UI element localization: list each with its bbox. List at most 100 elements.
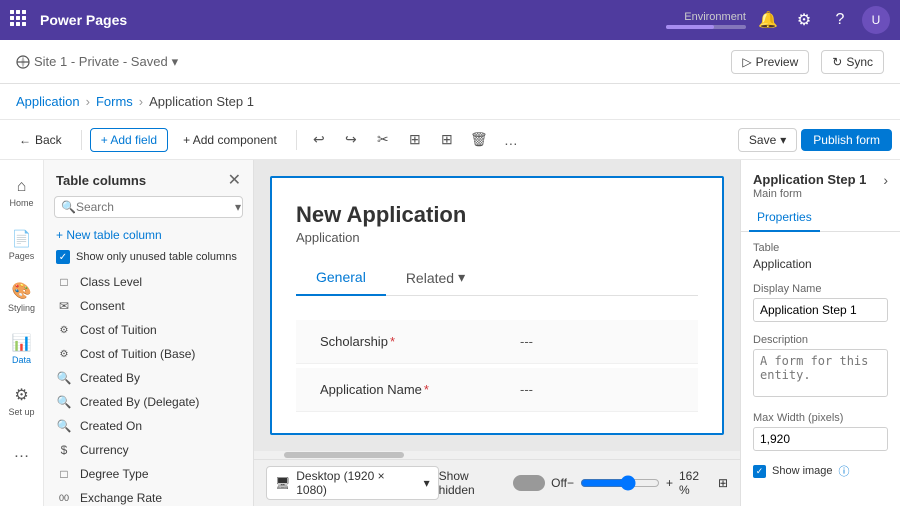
site-dropdown-icon[interactable]: ▾ — [172, 54, 179, 70]
rp-table-value: Application — [753, 257, 888, 271]
device-dropdown-icon: ▾ — [424, 476, 430, 490]
right-panel-chevron[interactable]: › — [883, 172, 888, 188]
app-title: Power Pages — [40, 12, 666, 28]
sidebar-item-data[interactable]: 📊 Data — [3, 324, 41, 374]
more-actions-button[interactable]: ⊞ — [433, 126, 461, 154]
scrollbar-horizontal[interactable] — [254, 451, 740, 459]
top-bar: Power Pages Environment 🔔 ⚙ ? U — [0, 0, 900, 40]
right-panel-title: Application Step 1 — [753, 172, 866, 187]
list-item[interactable]: ✉ Consent — [44, 294, 253, 318]
canvas-inner: New Application Application General Rela… — [254, 160, 740, 451]
toolbar-separator-2 — [296, 130, 297, 150]
tab-general[interactable]: General — [296, 261, 386, 296]
device-selector[interactable]: 🖥 Desktop (1920 × 1080) ▾ — [266, 466, 439, 500]
sidebar-item-setup[interactable]: ⚙ Set up — [3, 376, 41, 426]
breadcrumb-forms[interactable]: Forms — [96, 94, 133, 109]
copy-button[interactable]: ⊞ — [401, 126, 429, 154]
rp-max-width-input[interactable] — [753, 427, 888, 451]
redo-button[interactable]: ↪ — [337, 126, 365, 154]
delete-button[interactable]: 🗑 — [465, 126, 493, 154]
show-image-checkbox[interactable]: ✓ — [753, 465, 766, 478]
rp-display-name-group: Display Name — [753, 283, 888, 322]
sub-bar: Site 1 - Private - Saved ▾ ▷ Preview ↻ S… — [0, 40, 900, 84]
preview-button[interactable]: ▷ Preview — [731, 50, 809, 74]
field-value: --- — [520, 334, 533, 349]
col-icon: ⚙ — [56, 325, 72, 336]
info-icon[interactable]: ⓘ — [839, 463, 850, 479]
nav-sidebar: ⌂ Home 📄 Pages 🎨 Styling 📊 Data ⚙ Set up… — [0, 160, 44, 506]
sidebar-item-more[interactable]: … — [3, 428, 41, 478]
filter-icon[interactable]: ▾ — [235, 200, 241, 214]
sync-button[interactable]: ↻ Sync — [821, 50, 884, 74]
zoom-out-icon[interactable]: − — [567, 476, 574, 490]
scrollbar-thumb[interactable] — [284, 452, 404, 458]
close-icon[interactable]: ✕ — [228, 170, 241, 190]
list-item[interactable]: □ Degree Type — [44, 462, 253, 486]
list-item[interactable]: □ Class Level — [44, 270, 253, 294]
list-item[interactable]: 00 Exchange Rate — [44, 486, 253, 506]
list-item[interactable]: $ Currency — [44, 438, 253, 462]
list-item[interactable]: ⚙ Cost of Tuition — [44, 318, 253, 342]
zoom-in-icon[interactable]: + — [666, 476, 673, 490]
tab-properties[interactable]: Properties — [749, 204, 820, 232]
search-box[interactable]: 🔍 ▾ — [54, 196, 243, 218]
add-field-button[interactable]: + Add field — [90, 128, 168, 152]
form-canvas: New Application Application General Rela… — [270, 176, 724, 435]
field-label: Scholarship* — [320, 334, 520, 349]
add-component-button[interactable]: + Add component — [172, 128, 288, 152]
grid-icon[interactable] — [10, 10, 30, 30]
rp-description-label: Description — [753, 334, 888, 346]
col-icon: ⚙ — [56, 349, 72, 360]
publish-button[interactable]: Publish form — [801, 129, 892, 151]
field-label: Application Name* — [320, 382, 520, 397]
sidebar-item-home[interactable]: ⌂ Home — [3, 168, 41, 218]
show-hidden-switch[interactable] — [513, 475, 545, 491]
col-icon: 🔍 — [56, 395, 72, 409]
show-unused-toggle[interactable]: ✓ Show only unused table columns — [44, 246, 253, 270]
help-icon[interactable]: ? — [826, 6, 854, 34]
rp-display-name-input[interactable] — [753, 298, 888, 322]
col-icon: □ — [56, 275, 72, 289]
col-icon: 🔍 — [56, 419, 72, 433]
list-item[interactable]: 🔍 Created By — [44, 366, 253, 390]
undo-button[interactable]: ↩ — [305, 126, 333, 154]
avatar[interactable]: U — [862, 6, 890, 34]
breadcrumb-application[interactable]: Application — [16, 94, 80, 109]
add-column-button[interactable]: + New table column — [44, 224, 253, 246]
show-unused-checkbox[interactable]: ✓ — [56, 250, 70, 264]
required-mark: * — [390, 334, 395, 349]
zoom-slider[interactable] — [580, 475, 660, 491]
fit-icon[interactable]: ⊞ — [718, 476, 728, 490]
back-button[interactable]: ← Back — [8, 128, 73, 152]
site-info: Site 1 - Private - Saved ▾ — [16, 54, 178, 70]
save-dropdown-icon[interactable]: ▾ — [780, 133, 786, 147]
zoom-row: − + 162 % ⊞ — [567, 469, 728, 497]
breadcrumb: Application › Forms › Application Step 1 — [0, 84, 900, 120]
col-icon: ✉ — [56, 299, 72, 313]
search-input[interactable] — [76, 200, 231, 214]
environment-label: Environment — [666, 11, 746, 29]
col-icon: 🔍 — [56, 371, 72, 385]
save-button[interactable]: Save ▾ — [738, 128, 797, 152]
columns-list: □ Class Level ✉ Consent ⚙ Cost of Tuitio… — [44, 270, 253, 506]
list-item[interactable]: 🔍 Created By (Delegate) — [44, 390, 253, 414]
sidebar-header: Table columns ✕ — [44, 160, 253, 196]
sidebar-item-styling[interactable]: 🎨 Styling — [3, 272, 41, 322]
sidebar-item-pages[interactable]: 📄 Pages — [3, 220, 41, 270]
rp-max-width-label: Max Width (pixels) — [753, 412, 888, 424]
rp-table-group: Table Application — [753, 242, 888, 271]
field-value: --- — [520, 382, 533, 397]
overflow-button[interactable]: … — [497, 126, 525, 154]
notification-icon[interactable]: 🔔 — [754, 6, 782, 34]
form-title: New Application — [296, 202, 698, 228]
list-item[interactable]: 🔍 Created On — [44, 414, 253, 438]
rp-description-textarea[interactable]: A form for this entity. — [753, 349, 888, 397]
settings-icon[interactable]: ⚙ — [790, 6, 818, 34]
pages-icon: 📄 — [12, 229, 32, 249]
cut-button[interactable]: ✂ — [369, 126, 397, 154]
list-item[interactable]: ⚙ Cost of Tuition (Base) — [44, 342, 253, 366]
main-layout: ⌂ Home 📄 Pages 🎨 Styling 📊 Data ⚙ Set up… — [0, 160, 900, 506]
styling-icon: 🎨 — [12, 281, 32, 301]
tab-related[interactable]: Related ▾ — [386, 261, 485, 296]
rp-table-label: Table — [753, 242, 888, 254]
